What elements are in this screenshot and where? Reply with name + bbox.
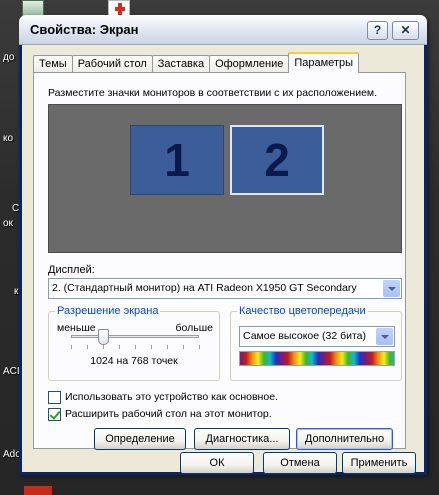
- advanced-button[interactable]: Дополнительно: [296, 428, 393, 450]
- display-select[interactable]: 2. (Стандартный монитор) на ATI Radeon X…: [48, 278, 402, 299]
- extend-desktop-option[interactable]: Расширить рабочий стол на этот монитор.: [48, 407, 272, 421]
- tab-screensaver[interactable]: Заставка: [151, 55, 211, 73]
- identify-button[interactable]: Определение: [94, 428, 186, 450]
- display-select-value: 2. (Стандартный монитор) на ATI Radeon X…: [52, 282, 357, 294]
- slider-tick: [183, 345, 184, 349]
- color-quality-value: Самое высокое (32 бита): [243, 330, 366, 342]
- desktop-shortcut-icon[interactable]: [24, 486, 52, 495]
- chevron-down-icon[interactable]: [376, 328, 393, 345]
- slider-tick: [119, 345, 120, 349]
- slider-tick: [71, 345, 72, 349]
- window-title: Свойства: Экран: [30, 22, 139, 37]
- color-spectrum-bar: [239, 351, 395, 366]
- tab-settings[interactable]: Параметры: [288, 52, 359, 73]
- display-properties-dialog: Свойства: Экран ? ✕ Темы Рабочий стол За…: [19, 15, 427, 475]
- title-bar[interactable]: Свойства: Экран ? ✕: [19, 15, 427, 45]
- troubleshoot-button[interactable]: Диагностика...: [194, 428, 290, 450]
- resolution-group: Разрешение экрана меньше больше 1024 на …: [48, 305, 220, 381]
- color-quality-select[interactable]: Самое высокое (32 бита): [239, 326, 395, 347]
- resolution-group-title: Разрешение экрана: [55, 305, 161, 317]
- monitor-2-icon[interactable]: 2: [230, 125, 324, 195]
- dialog-client-area: Темы Рабочий стол Заставка Оформление Па…: [22, 45, 424, 474]
- monitor-1-icon[interactable]: 1: [130, 125, 224, 195]
- slider-tick: [199, 345, 200, 349]
- primary-device-label[interactable]: Использовать это устройство как основное…: [65, 391, 278, 403]
- help-button[interactable]: ?: [367, 21, 388, 40]
- resolution-value: 1024 на 768 точек: [90, 355, 178, 367]
- extend-desktop-checkbox[interactable]: [48, 407, 61, 421]
- color-quality-group: Качество цветопередачи Самое высокое (32…: [230, 305, 402, 381]
- resolution-slider-track[interactable]: [71, 335, 199, 338]
- instruction-text: Разместите значки мониторов в соответств…: [48, 87, 378, 99]
- settings-panel: Разместите значки мониторов в соответств…: [33, 72, 406, 450]
- display-label: Дисплей:: [48, 264, 95, 276]
- tab-desktop[interactable]: Рабочий стол: [71, 55, 153, 73]
- apply-button[interactable]: Применить: [342, 452, 416, 474]
- resolution-less-label: меньше: [57, 322, 96, 334]
- desktop-label[interactable]: ок: [3, 218, 13, 229]
- chevron-down-icon[interactable]: [383, 280, 400, 297]
- resolution-more-label: больше: [175, 322, 213, 334]
- close-button[interactable]: ✕: [392, 21, 419, 40]
- primary-device-checkbox[interactable]: [48, 390, 61, 404]
- desktop-label[interactable]: до: [3, 52, 14, 63]
- ok-button[interactable]: ОК: [180, 452, 254, 474]
- desktop-label[interactable]: к: [14, 286, 18, 297]
- extend-desktop-label[interactable]: Расширить рабочий стол на этот монитор.: [65, 408, 272, 420]
- monitor-arrangement-area[interactable]: 1 2: [48, 104, 402, 253]
- slider-tick: [151, 345, 152, 349]
- slider-tick: [103, 345, 104, 349]
- tab-appearance[interactable]: Оформление: [209, 55, 290, 73]
- desktop-label[interactable]: ACI: [3, 366, 20, 377]
- cancel-button[interactable]: Отмена: [263, 452, 337, 474]
- slider-tick: [167, 345, 168, 349]
- resolution-slider-thumb[interactable]: [98, 329, 109, 345]
- slider-tick: [135, 345, 136, 349]
- primary-device-option[interactable]: Использовать это устройство как основное…: [48, 390, 278, 404]
- slider-tick: [87, 345, 88, 349]
- tab-themes[interactable]: Темы: [33, 55, 73, 73]
- color-quality-group-title: Качество цветопередачи: [237, 305, 368, 317]
- tab-strip: Темы Рабочий стол Заставка Оформление Па…: [33, 52, 359, 73]
- desktop-label[interactable]: ко: [3, 133, 13, 144]
